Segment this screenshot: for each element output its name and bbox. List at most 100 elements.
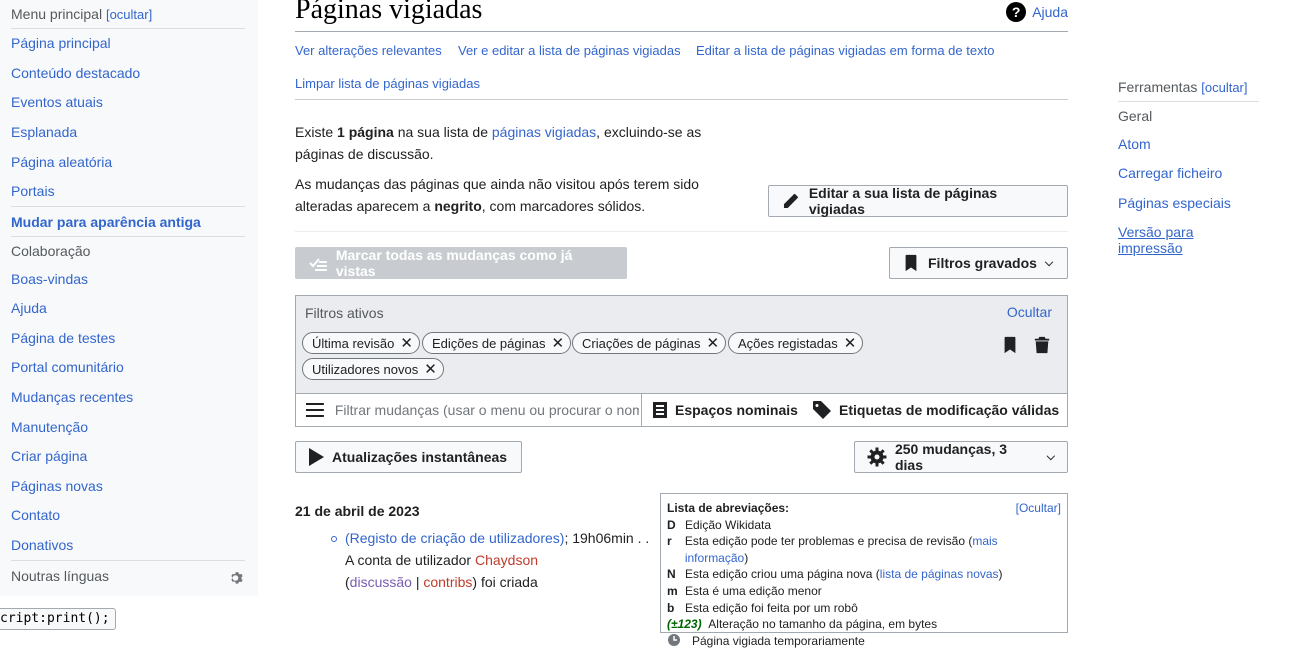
chevron-down-icon: ⌵ — [1046, 450, 1055, 463]
namespaces-icon — [653, 402, 667, 418]
legend-row: D Edição Wikidata — [667, 517, 772, 532]
saved-filters-button[interactable]: Filtros gravados ⌵ — [889, 247, 1068, 279]
nav-item-donate[interactable]: Donativos — [11, 537, 73, 553]
tag-icon — [813, 401, 831, 419]
user-creation-log-link[interactable]: (Registo de criação de utilizadores) — [345, 530, 564, 546]
tools-item-printable[interactable]: Versão para impressão — [1118, 224, 1194, 256]
trash-icon[interactable] — [1033, 335, 1051, 355]
page-title: Páginas vigiadas — [295, 0, 483, 25]
help-link[interactable]: ? Ajuda — [1006, 2, 1068, 22]
mark-all-seen-button[interactable]: Marcar todas as mudanças como já vistas — [295, 247, 627, 279]
checklist-icon — [309, 258, 327, 271]
tools-item-upload[interactable]: Carregar ficheiro — [1118, 165, 1222, 181]
nav-item-help[interactable]: Ajuda — [11, 300, 47, 316]
user-talk-link[interactable]: discussão — [350, 574, 412, 590]
status-bar: cript:print(); — [0, 608, 116, 630]
switch-skin-link[interactable]: Mudar para aparência antiga — [11, 214, 201, 230]
filter-tag-page-edits[interactable]: Edições de páginas ✕ — [422, 332, 572, 354]
legend-row: Página vigiada temporariamente — [667, 633, 1061, 651]
watchlist-count-text: Existe 1 página na sua lista de páginas … — [295, 124, 702, 162]
filter-search — [296, 394, 642, 426]
results-options-label: 250 mudanças, 3 dias — [894, 441, 1008, 473]
nav-item-current-events[interactable]: Eventos atuais — [11, 94, 103, 110]
divider — [11, 236, 245, 237]
gear-icon[interactable] — [229, 570, 245, 586]
legend-row: r Esta edição pode ter problemas e precis… — [667, 534, 998, 565]
languages-heading: Noutras línguas — [11, 568, 110, 584]
nav-item-maintenance[interactable]: Manutenção — [11, 419, 88, 435]
change-tags-button[interactable]: Etiquetas de modificação válidas — [812, 394, 1059, 426]
filter-search-input[interactable] — [332, 401, 641, 419]
nav-item-community-portal[interactable]: Portal comunitário — [11, 359, 124, 375]
hide-filters-link[interactable]: Ocultar — [1007, 304, 1052, 320]
nav-item-sandbox[interactable]: Página de testes — [11, 330, 115, 346]
help-label[interactable]: Ajuda — [1032, 4, 1068, 20]
watchlist-link[interactable]: páginas vigiadas — [492, 124, 596, 140]
main-menu-sidebar: Menu principal [ocultar] Página principa… — [0, 0, 258, 596]
nav-item-new-pages[interactable]: Páginas novas — [11, 478, 103, 494]
filter-tag-logged-actions[interactable]: Ações registadas ✕ — [728, 332, 864, 354]
collab-heading: Colaboração — [11, 243, 91, 259]
close-icon[interactable]: ✕ — [424, 362, 437, 377]
links-divider — [295, 99, 1068, 100]
legend-row: b Esta edição foi feita por um robô — [667, 600, 858, 615]
close-icon[interactable]: ✕ — [844, 336, 857, 351]
nav-item-contact[interactable]: Contato — [11, 507, 60, 523]
namespaces-button[interactable]: Espaços nominais — [652, 394, 798, 426]
nav-item-random-page[interactable]: Página aleatória — [11, 154, 112, 170]
legend-row: N Esta edição criou uma página nova (list… — [667, 567, 1003, 582]
gear-icon — [867, 447, 887, 467]
tools-item-atom[interactable]: Atom — [1118, 136, 1151, 152]
filter-search-bar: Espaços nominais Etiquetas de modificaçã… — [296, 393, 1067, 426]
nav-item-village-pump[interactable]: Esplanada — [11, 124, 77, 140]
saved-filters-label: Filtros gravados — [928, 255, 1037, 271]
changes-date-heading: 21 de abril de 2023 — [295, 503, 420, 519]
edit-watchlist-button[interactable]: Editar a sua lista de páginas vigiadas — [768, 185, 1068, 217]
legend-hide-link[interactable]: [Ocultar] — [1016, 500, 1061, 517]
edit-raw-watchlist-link[interactable]: Editar a lista de páginas vigiadas em fo… — [696, 43, 994, 58]
unvisited-changes-text: As mudanças das páginas que ainda não vi… — [295, 176, 699, 214]
filter-tag-page-creations[interactable]: Criações de páginas ✕ — [572, 332, 727, 354]
filter-tag-label: Criações de páginas — [582, 335, 701, 351]
user-contribs-link[interactable]: contribs — [423, 574, 472, 590]
active-filters-panel: Filtros ativos Ocultar Última revisão ✕ … — [295, 295, 1068, 427]
tools-hide-link[interactable]: [ocultar] — [1201, 80, 1247, 95]
new-pages-link[interactable]: lista de páginas novas — [880, 567, 999, 581]
main-content: Páginas vigiadas ? Ajuda Ver alterações … — [295, 0, 1068, 648]
close-icon[interactable]: ✕ — [400, 336, 413, 351]
legend-title: Lista de abreviações: — [667, 501, 790, 515]
main-menu-hide-link[interactable]: [ocultar] — [106, 7, 152, 22]
filter-tag-label: Última revisão — [312, 335, 395, 351]
live-updates-label: Atualizações instantâneas — [332, 449, 508, 465]
close-icon[interactable]: ✕ — [551, 336, 564, 351]
tools-item-special-pages[interactable]: Páginas especiais — [1118, 195, 1231, 211]
view-relevant-changes-link[interactable]: Ver alterações relevantes — [295, 43, 442, 58]
nav-item-portals[interactable]: Portais — [11, 183, 55, 199]
nav-item-featured-content[interactable]: Conteúdo destacado — [11, 65, 140, 81]
close-icon[interactable]: ✕ — [707, 336, 720, 351]
view-edit-watchlist-link[interactable]: Ver e editar a lista de páginas vigiadas — [458, 43, 681, 58]
tools-general-heading: Geral — [1118, 108, 1153, 124]
nav-item-create-page[interactable]: Criar página — [11, 448, 87, 464]
legend-row: m Esta é uma edição menor — [667, 583, 822, 598]
divider — [1118, 101, 1259, 102]
results-options-button[interactable]: 250 mudanças, 3 dias ⌵ — [854, 441, 1068, 473]
menu-icon[interactable] — [305, 402, 325, 418]
clear-watchlist-link[interactable]: Limpar lista de páginas vigiadas — [295, 76, 480, 91]
chevron-down-icon: ⌵ — [1044, 256, 1054, 269]
divider — [11, 206, 245, 207]
main-menu-title: Menu principal — [11, 6, 103, 22]
nav-item-main-page[interactable]: Página principal — [11, 35, 111, 51]
user-link[interactable]: Chaydson — [475, 552, 538, 568]
live-updates-button[interactable]: Atualizações instantâneas — [295, 441, 522, 473]
nav-item-welcome[interactable]: Boas-vindas — [11, 271, 88, 287]
bookmark-icon[interactable] — [1001, 335, 1019, 355]
help-icon[interactable]: ? — [1006, 2, 1027, 22]
play-icon — [309, 448, 324, 466]
nav-item-recent-changes[interactable]: Mudanças recentes — [11, 389, 133, 405]
page-count: 1 página — [337, 124, 394, 140]
abbreviations-legend: Lista de abreviações: [Ocultar] D Edição … — [660, 493, 1068, 648]
pencil-icon — [783, 193, 798, 208]
filter-tag-new-users[interactable]: Utilizadores novos ✕ — [302, 358, 444, 380]
filter-tag-latest-revision[interactable]: Última revisão ✕ — [302, 332, 420, 354]
